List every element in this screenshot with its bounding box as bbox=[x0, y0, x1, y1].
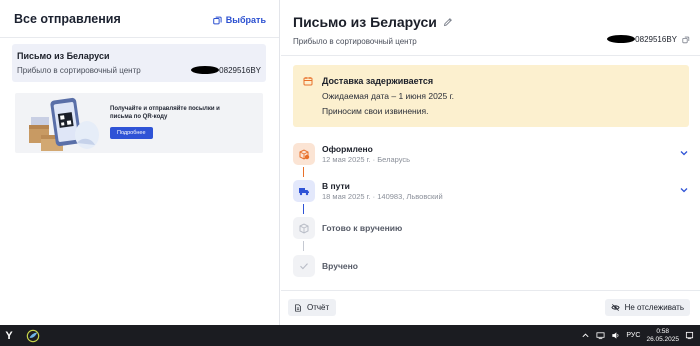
shipment-item-track: 0829516BY bbox=[191, 66, 261, 75]
untrack-button[interactable]: Не отслеживать bbox=[604, 299, 690, 316]
footer-divider bbox=[281, 290, 700, 291]
select-button[interactable]: Выбрать bbox=[213, 13, 266, 27]
step-date: 18 мая 2025 г. · 140983, Львовский bbox=[322, 192, 443, 201]
step-ready: Готово к вручению bbox=[293, 217, 689, 239]
eye-off-icon bbox=[611, 304, 620, 311]
redacted-mark bbox=[607, 35, 636, 43]
step-delivered: Вручено bbox=[293, 255, 689, 277]
chevron-up-icon[interactable] bbox=[581, 331, 590, 340]
delay-alert: Доставка задерживается Ожидаемая дата – … bbox=[293, 65, 689, 127]
shipment-list-item[interactable]: Письмо из Беларуси Прибыло в сортировочн… bbox=[12, 44, 266, 82]
clock-time: 0:58 bbox=[656, 327, 670, 335]
detail-track-number: 0829516BY bbox=[607, 35, 690, 44]
alert-expected-date: Ожидаемая дата – 1 июня 2025 г. bbox=[322, 91, 455, 101]
package-done-icon bbox=[299, 149, 310, 160]
chevron-down-icon[interactable] bbox=[679, 185, 689, 195]
detail-title: Письмо из Беларуси bbox=[293, 14, 437, 30]
step-icon-bg bbox=[293, 180, 315, 202]
chevron-down-icon[interactable] bbox=[679, 148, 689, 158]
document-icon bbox=[295, 303, 301, 312]
step-connector bbox=[303, 241, 304, 251]
detail-status: Прибыло в сортировочный центр bbox=[293, 37, 417, 46]
detail-title-row: Письмо из Беларуси bbox=[293, 14, 453, 30]
step-title: Вручено bbox=[322, 261, 358, 271]
qr-phone-illustration bbox=[29, 97, 99, 151]
copy-select-icon bbox=[213, 16, 222, 24]
step-in-transit[interactable]: В пути 18 мая 2025 г. · 140983, Львовски… bbox=[293, 180, 689, 202]
truck-icon bbox=[299, 188, 309, 196]
start-button[interactable]: Y bbox=[0, 325, 18, 346]
alert-apology: Приносим свои извинения. bbox=[322, 106, 429, 116]
sidebar-divider bbox=[0, 37, 279, 38]
package-icon bbox=[299, 223, 309, 234]
calendar-warning-icon bbox=[303, 77, 313, 86]
redacted-mark bbox=[191, 66, 220, 74]
detail-divider bbox=[281, 55, 700, 56]
step-registered[interactable]: Оформлено 12 мая 2025 г. · Беларусь bbox=[293, 143, 689, 165]
step-connector bbox=[303, 167, 304, 177]
step-icon-bg bbox=[293, 255, 315, 277]
step-title: Оформлено bbox=[322, 144, 373, 154]
network-icon[interactable] bbox=[596, 331, 605, 340]
promo-text: Получайте и отправляйте посылки и письма… bbox=[110, 106, 220, 120]
step-title: В пути bbox=[322, 181, 350, 191]
copy-icon[interactable] bbox=[682, 36, 690, 44]
sidebar-title: Все отправления bbox=[14, 12, 121, 26]
select-label: Выбрать bbox=[225, 15, 266, 25]
untrack-label: Не отслеживать bbox=[624, 303, 684, 312]
taskbar-app-icon[interactable] bbox=[24, 327, 42, 344]
step-icon-bg bbox=[293, 217, 315, 239]
app-logo-icon bbox=[26, 329, 40, 342]
shipments-sidebar: Все отправления Выбрать Письмо из Белару… bbox=[0, 0, 280, 325]
volume-icon[interactable] bbox=[611, 331, 620, 340]
notifications-icon[interactable] bbox=[685, 331, 694, 340]
language-indicator[interactable]: РУС bbox=[626, 332, 640, 339]
step-date: 12 мая 2025 г. · Беларусь bbox=[322, 155, 411, 164]
shipment-item-status: Прибыло в сортировочный центр bbox=[17, 66, 141, 75]
app-window: Все отправления Выбрать Письмо из Белару… bbox=[0, 0, 700, 325]
shipment-item-title: Письмо из Беларуси bbox=[17, 51, 110, 61]
alert-title: Доставка задерживается bbox=[322, 76, 434, 86]
os-taskbar: Y РУС 0:58 26.05.2025 bbox=[0, 325, 700, 346]
qr-promo-banner: Получайте и отправляйте посылки и письма… bbox=[15, 93, 263, 153]
report-label: Отчёт bbox=[307, 303, 330, 312]
check-icon bbox=[300, 263, 308, 270]
edit-pencil-icon[interactable] bbox=[443, 17, 453, 27]
report-button[interactable]: Отчёт bbox=[288, 299, 337, 316]
clock-date: 26.05.2025 bbox=[646, 335, 679, 343]
step-title: Готово к вручению bbox=[322, 223, 403, 233]
clock[interactable]: 0:58 26.05.2025 bbox=[646, 328, 679, 344]
step-connector bbox=[303, 204, 304, 214]
shipment-detail-panel: Письмо из Беларуси Прибыло в сортировочн… bbox=[281, 0, 700, 325]
system-tray: РУС 0:58 26.05.2025 bbox=[581, 325, 700, 346]
promo-more-button[interactable]: Подробнее bbox=[110, 127, 153, 139]
sidebar-header: Все отправления Выбрать bbox=[14, 12, 266, 28]
step-icon-bg bbox=[293, 143, 315, 165]
